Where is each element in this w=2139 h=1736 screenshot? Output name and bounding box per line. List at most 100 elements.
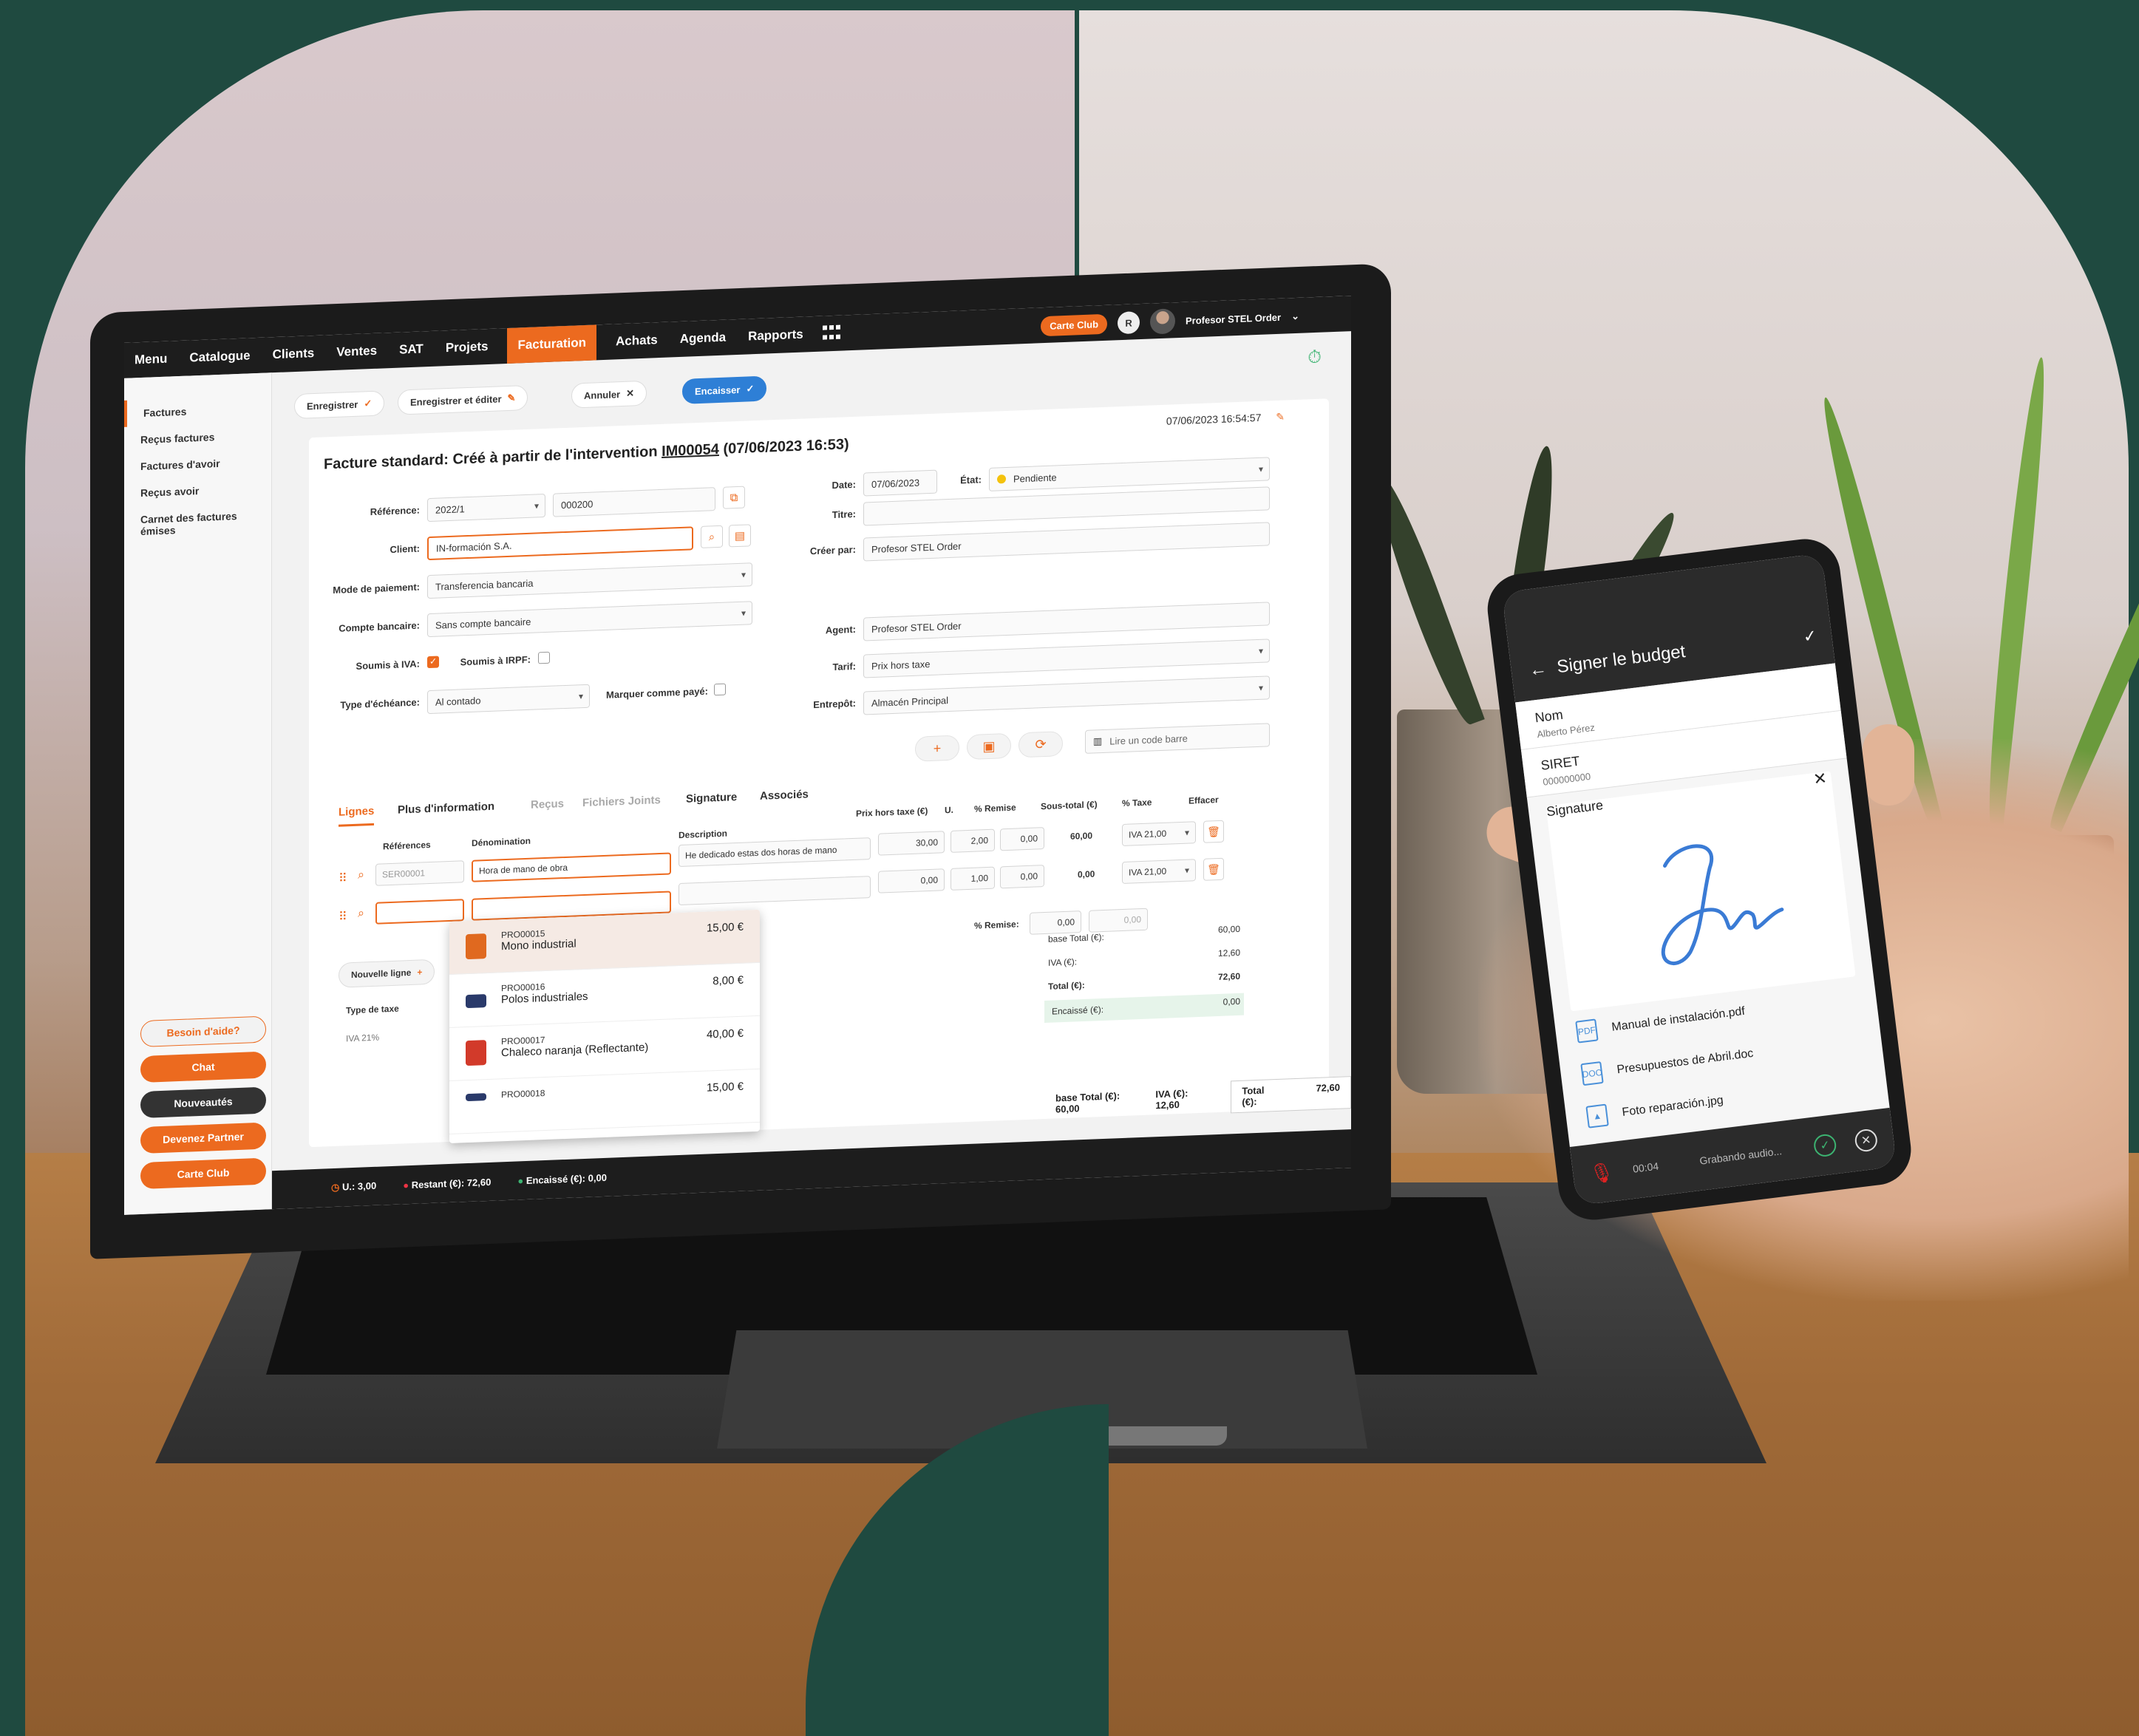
paid-checkbox[interactable]: [714, 683, 726, 696]
chat-button[interactable]: Chat: [140, 1051, 266, 1083]
partner-button[interactable]: Devenez Partner: [140, 1122, 266, 1154]
nav-achats[interactable]: Achats: [613, 322, 661, 359]
cancel-button[interactable]: Annuler ✕: [571, 380, 647, 409]
reference-series-select[interactable]: 2022/1: [427, 493, 545, 522]
tab-lignes[interactable]: Lignes: [339, 804, 375, 827]
nav-rapports[interactable]: Rapports: [745, 316, 806, 354]
chevron-down-icon[interactable]: ⌄: [1291, 310, 1299, 322]
new-line-button[interactable]: Nouvelle ligne +: [339, 959, 435, 988]
discount-input-2[interactable]: 0,00: [1089, 908, 1148, 933]
nav-sat[interactable]: SAT: [396, 331, 426, 368]
signature-pad[interactable]: Signature ✕: [1545, 769, 1856, 1012]
laptop-screen: Menu Catalogue Clients Ventes SAT Projet…: [124, 296, 1351, 1215]
phone-screen: ← Signer le budget ✓ Nom Alberto Pérez S…: [1501, 553, 1897, 1206]
row-u[interactable]: 2,00: [951, 828, 995, 853]
agent-input[interactable]: Profesor STEL Order: [863, 602, 1270, 641]
back-arrow-icon[interactable]: ←: [1528, 658, 1548, 681]
pencil-icon[interactable]: ✎: [1276, 411, 1285, 423]
bank-select[interactable]: Sans compte bancaire: [427, 601, 752, 638]
copy-icon[interactable]: ⧉: [723, 486, 745, 509]
warehouse-label: Entrepôt:: [813, 697, 856, 711]
trash-icon[interactable]: 🗑: [1203, 857, 1224, 881]
refresh-icon[interactable]: ⟳: [1019, 731, 1063, 758]
row-name[interactable]: Hora de mano de obra: [472, 852, 671, 882]
nav-catalogue[interactable]: Catalogue: [186, 338, 253, 375]
avatar-initial[interactable]: R: [1118, 311, 1140, 335]
iva-checkbox[interactable]: [427, 656, 439, 669]
news-button[interactable]: Nouveautés: [140, 1086, 266, 1119]
warehouse-select[interactable]: Almacén Principal: [863, 675, 1270, 715]
title-suffix: (07/06/2023 16:53): [718, 436, 849, 457]
collected-status: ● Encaissé (€): 0,00: [517, 1171, 607, 1186]
doc-file-icon: DOC: [1580, 1061, 1604, 1086]
collect-button[interactable]: Encaisser ✓: [682, 375, 767, 404]
row-u[interactable]: 1,00: [951, 866, 995, 891]
row-tax[interactable]: IVA 21,00: [1122, 859, 1196, 885]
creator-input[interactable]: Profesor STEL Order: [863, 522, 1270, 562]
date-input[interactable]: 07/06/2023: [863, 469, 937, 497]
list-item[interactable]: PRO00018 15,00 €: [449, 1069, 760, 1134]
search-icon[interactable]: ⌕: [701, 525, 723, 548]
folder-icon[interactable]: ▣: [967, 732, 1011, 760]
document-icon[interactable]: ▤: [729, 524, 751, 548]
trash-icon[interactable]: 🗑: [1203, 820, 1224, 843]
help-button[interactable]: Besoin d'aide?: [140, 1015, 266, 1048]
sidebar-item-carnet[interactable]: Carnet des factures émises: [124, 501, 271, 545]
tab-recus[interactable]: Reçus: [531, 797, 564, 811]
signature-scribble: [1661, 844, 1784, 965]
tarif-select[interactable]: Prix hors taxe: [863, 639, 1270, 678]
close-icon[interactable]: ✕: [1812, 769, 1828, 789]
row-disc[interactable]: 0,00: [1000, 827, 1044, 851]
remaining-text: Restant (€): 72,60: [411, 1176, 492, 1191]
tab-associes[interactable]: Associés: [760, 788, 809, 803]
row-price[interactable]: 0,00: [878, 868, 945, 893]
nav-projets[interactable]: Projets: [443, 329, 492, 367]
state-select[interactable]: Pendiente: [989, 457, 1270, 491]
row-desc[interactable]: [679, 876, 871, 906]
header-disc: % Remise: [974, 802, 1016, 814]
reference-number-input[interactable]: 000200: [553, 487, 715, 517]
nav-agenda[interactable]: Agenda: [677, 319, 729, 357]
tab-fichiers[interactable]: Fichiers Joints: [582, 794, 661, 809]
confirm-check-icon[interactable]: ✓: [1802, 626, 1817, 647]
tab-signature[interactable]: Signature: [686, 791, 737, 806]
row-tax[interactable]: IVA 21,00: [1122, 821, 1196, 847]
drag-handle-icon[interactable]: ⠿: [339, 909, 347, 924]
drag-handle-icon[interactable]: ⠿: [339, 871, 347, 885]
avatar[interactable]: [1150, 308, 1176, 335]
save-button[interactable]: Enregistrer ✓: [294, 390, 385, 420]
save-edit-button[interactable]: Enregistrer et éditer ✎: [398, 384, 528, 415]
user-name[interactable]: Profesor STEL Order: [1186, 311, 1281, 326]
apps-grid-icon[interactable]: [822, 324, 842, 342]
tax-type-label: Type de taxe: [346, 1003, 399, 1016]
bank-label: Compte bancaire:: [339, 619, 420, 634]
tab-plus-information[interactable]: Plus d'information: [398, 800, 494, 817]
nav-ventes[interactable]: Ventes: [333, 333, 380, 370]
discount-input-1[interactable]: 0,00: [1030, 910, 1081, 935]
cancel-label: Annuler: [584, 388, 621, 401]
row-desc[interactable]: He dedicado estas dos horas de mano: [679, 837, 871, 868]
timer-icon[interactable]: ⏱: [1307, 347, 1322, 369]
row-ref[interactable]: SER00001: [375, 860, 464, 886]
nav-facturation[interactable]: Facturation: [507, 324, 597, 364]
client-input[interactable]: IN-formación S.A.: [427, 526, 693, 561]
nav-menu[interactable]: Menu: [132, 341, 170, 378]
barcode-input[interactable]: ▥ Lire un code barre: [1085, 723, 1270, 754]
row-price[interactable]: 30,00: [878, 831, 945, 856]
payment-select[interactable]: Transferencia bancaria: [427, 562, 752, 599]
row-disc[interactable]: 0,00: [1000, 865, 1044, 889]
search-icon[interactable]: ⌕: [358, 868, 364, 882]
due-select[interactable]: Al contado: [427, 684, 590, 715]
carte-club-button[interactable]: Carte Club: [1041, 313, 1108, 336]
add-icon[interactable]: +: [915, 735, 959, 762]
search-icon[interactable]: ⌕: [358, 907, 364, 920]
carte-club-side-button[interactable]: Carte Club: [140, 1157, 266, 1190]
irpf-checkbox[interactable]: [538, 651, 550, 664]
cancel-x-icon[interactable]: ✕: [1854, 1128, 1879, 1153]
row-ref[interactable]: [375, 899, 464, 925]
microphone-icon[interactable]: 🎙: [1588, 1160, 1616, 1186]
intervention-link[interactable]: IM00054: [662, 441, 719, 460]
nav-clients[interactable]: Clients: [270, 336, 318, 372]
header-name: Dénomination: [472, 835, 531, 848]
confirm-check-icon[interactable]: ✓: [1812, 1133, 1837, 1158]
